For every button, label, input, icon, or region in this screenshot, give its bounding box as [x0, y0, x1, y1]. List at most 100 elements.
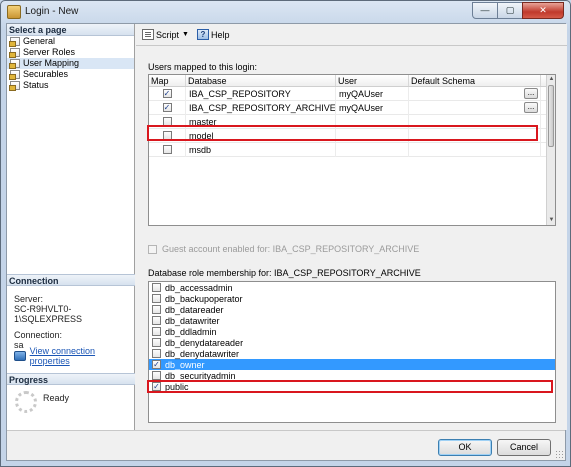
connection-label: Connection: [14, 330, 63, 340]
map-checkbox[interactable]: ✓ [162, 103, 172, 112]
page-item-label: Server Roles [23, 47, 76, 57]
role-checkbox[interactable] [152, 305, 161, 314]
cancel-button[interactable]: Cancel [497, 439, 551, 456]
list-item[interactable]: ✓ public [149, 381, 555, 392]
scroll-up-icon[interactable]: ▲ [547, 75, 555, 84]
role-name: db_denydatareader [165, 337, 244, 348]
map-checkbox[interactable] [162, 131, 172, 140]
page-item-securables[interactable]: Securables [7, 69, 134, 80]
progress-status: Ready [43, 393, 70, 403]
map-checkbox[interactable] [162, 145, 172, 154]
list-item[interactable]: db_denydatareader [149, 337, 555, 348]
column-header-default-schema[interactable]: Default Schema [409, 75, 541, 86]
window-title: Login - New [25, 6, 79, 17]
database-cell: master [186, 114, 336, 129]
guest-account-label: Guest account enabled for: IBA_CSP_REPOS… [162, 244, 420, 254]
browse-schema-button[interactable]: ... [524, 101, 538, 113]
list-item[interactable]: db_ddladmin [149, 326, 555, 337]
list-item[interactable]: db_denydatawriter [149, 348, 555, 359]
role-checkbox[interactable]: ✓ [152, 360, 161, 369]
page-item-label: General [23, 36, 56, 46]
schema-cell[interactable] [409, 142, 541, 157]
users-mapped-grid[interactable]: Map Database User Default Schema ✓ IBA_C… [148, 74, 556, 226]
role-name: db_ddladmin [165, 326, 217, 337]
table-row[interactable]: msdb [149, 142, 555, 157]
role-name: public [165, 381, 189, 392]
script-label: Script [156, 29, 180, 40]
role-checkbox[interactable] [152, 294, 161, 303]
chevron-down-icon[interactable]: ▼ [182, 31, 189, 38]
table-row[interactable]: model [149, 128, 555, 143]
role-checkbox[interactable] [152, 338, 161, 347]
list-item[interactable]: db_backupoperator [149, 293, 555, 304]
schema-cell[interactable]: ... [409, 86, 541, 101]
list-item-selected[interactable]: ✓ db_owner [149, 359, 555, 370]
role-checkbox[interactable] [152, 327, 161, 336]
role-name: db_datareader [165, 304, 224, 315]
page-item-label: Status [23, 80, 49, 90]
role-name: db_owner [165, 359, 205, 370]
maximize-button[interactable]: ▢ [497, 2, 523, 19]
help-button[interactable]: ? Help [196, 29, 229, 40]
dialog-button-bar: OK Cancel [7, 430, 565, 460]
progress-header: Progress [7, 373, 135, 385]
view-connection-properties-link[interactable]: View connection properties [14, 346, 134, 366]
dialog-client-area: Select a page General Server Roles User … [6, 23, 567, 461]
server-label: Server: [14, 294, 44, 304]
page-item-label: User Mapping [23, 58, 80, 68]
column-header-map[interactable]: Map [149, 75, 186, 86]
connection-header: Connection [7, 274, 135, 286]
properties-icon [14, 351, 26, 361]
server-value: SC-R9HVLT0-1\SQLEXPRESS [14, 304, 83, 324]
table-row[interactable]: master [149, 114, 555, 129]
scroll-thumb[interactable] [548, 85, 554, 147]
guest-account-option: Guest account enabled for: IBA_CSP_REPOS… [148, 244, 419, 254]
role-checkbox[interactable] [152, 349, 161, 358]
schema-cell[interactable] [409, 114, 541, 129]
user-cell[interactable] [336, 114, 409, 129]
close-button[interactable]: ✕ [522, 2, 564, 19]
column-header-user[interactable]: User [336, 75, 409, 86]
column-header-database[interactable]: Database [186, 75, 336, 86]
role-checkbox[interactable]: ✓ [152, 382, 161, 391]
user-cell[interactable] [336, 142, 409, 157]
page-item-user-mapping[interactable]: User Mapping [7, 58, 134, 69]
page-item-server-roles[interactable]: Server Roles [7, 47, 134, 58]
table-row[interactable]: ✓ IBA_CSP_REPOSITORY_ARCHIVE myQAUser ..… [149, 100, 555, 115]
page-item-status[interactable]: Status [7, 80, 134, 91]
script-button[interactable]: Script ▼ [142, 29, 189, 40]
script-icon [142, 29, 154, 40]
map-checkbox[interactable]: ✓ [162, 89, 172, 98]
list-item[interactable]: db_securityadmin [149, 370, 555, 381]
page-item-general[interactable]: General [7, 36, 134, 47]
role-checkbox[interactable] [152, 316, 161, 325]
browse-schema-button[interactable]: ... [524, 87, 538, 99]
role-checkbox[interactable] [152, 283, 161, 292]
progress-spinner-icon [15, 391, 37, 413]
user-cell[interactable]: myQAUser [336, 100, 409, 115]
minimize-button[interactable]: — [472, 2, 498, 19]
schema-cell[interactable] [409, 128, 541, 143]
map-checkbox[interactable] [162, 117, 172, 126]
database-cell: IBA_CSP_REPOSITORY_ARCHIVE [186, 100, 336, 115]
role-name: db_datawriter [165, 315, 220, 326]
connection-info: Server: SC-R9HVLT0-1\SQLEXPRESS Connecti… [14, 294, 134, 350]
user-cell[interactable] [336, 128, 409, 143]
list-item[interactable]: db_datareader [149, 304, 555, 315]
page-icon [9, 37, 20, 47]
scroll-down-icon[interactable]: ▼ [547, 216, 555, 225]
role-membership-list[interactable]: db_accessadmin db_backupoperator db_data… [148, 281, 556, 423]
window-controls: — ▢ ✕ [472, 2, 564, 19]
title-bar[interactable]: Login - New — ▢ ✕ [1, 1, 570, 23]
role-checkbox[interactable] [152, 371, 161, 380]
ok-button[interactable]: OK [438, 439, 492, 456]
table-row[interactable]: ✓ IBA_CSP_REPOSITORY myQAUser ... [149, 86, 555, 101]
resize-grip-icon[interactable] [555, 450, 563, 458]
database-cell: msdb [186, 142, 336, 157]
schema-cell[interactable]: ... [409, 100, 541, 115]
list-item[interactable]: db_accessadmin [149, 282, 555, 293]
grid-scrollbar[interactable]: ▲ ▼ [546, 75, 555, 225]
user-cell[interactable]: myQAUser [336, 86, 409, 101]
page-selector-pane: Select a page General Server Roles User … [7, 24, 135, 430]
list-item[interactable]: db_datawriter [149, 315, 555, 326]
